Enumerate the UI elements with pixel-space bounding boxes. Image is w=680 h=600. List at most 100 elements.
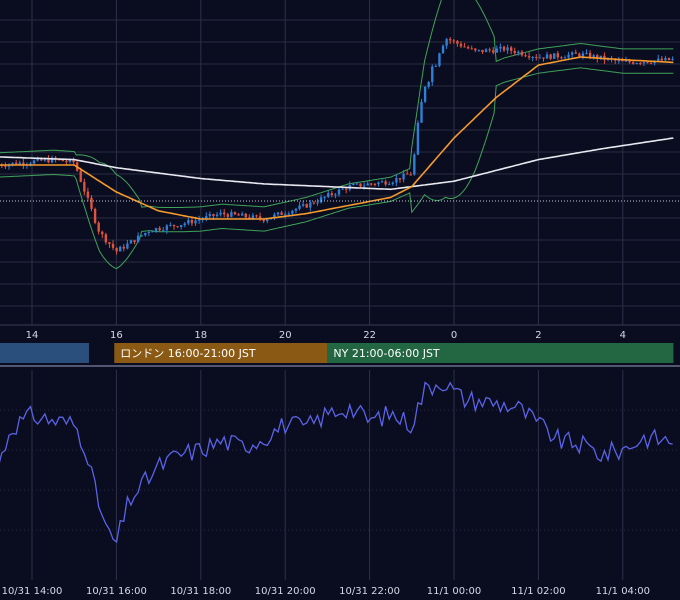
price-chart: 14 16 18 20 22 0 2 4 ロンドン 16:00-21:00 JST NY 21:… bbox=[0, 0, 680, 597]
candle-up bbox=[553, 53, 556, 59]
candle-up bbox=[538, 57, 542, 59]
candle-up bbox=[118, 246, 122, 252]
candle-down bbox=[520, 51, 524, 56]
candle-down bbox=[344, 188, 348, 190]
top-tick-label: 14 bbox=[26, 330, 39, 341]
candle-down bbox=[83, 181, 86, 192]
candle-up bbox=[208, 214, 212, 217]
top-tick-label: 4 bbox=[620, 330, 626, 341]
candle-up bbox=[179, 225, 183, 228]
candle-up bbox=[416, 122, 420, 155]
candle-down bbox=[255, 215, 258, 217]
candle-up bbox=[506, 47, 509, 51]
candle-down bbox=[115, 247, 118, 252]
candle-up bbox=[391, 182, 395, 185]
candle-up bbox=[337, 189, 341, 195]
candle-up bbox=[617, 60, 620, 62]
candle-up bbox=[162, 230, 165, 232]
candle-up bbox=[341, 188, 344, 190]
candle-up bbox=[327, 193, 330, 197]
candle-up bbox=[377, 182, 380, 185]
candle-down bbox=[527, 56, 531, 58]
bottom-tick-label: 10/31 14:00 bbox=[2, 586, 63, 597]
candle-up bbox=[251, 215, 255, 219]
candle-down bbox=[405, 173, 409, 175]
candle-down bbox=[172, 224, 176, 227]
oscillator-panel bbox=[0, 381, 673, 544]
candle-up bbox=[154, 228, 158, 232]
bottom-tick-label: 11/1 02:00 bbox=[511, 586, 565, 597]
candle-up bbox=[624, 60, 628, 62]
candle-down bbox=[660, 58, 664, 61]
candle-down bbox=[330, 193, 334, 195]
candle-down bbox=[463, 46, 466, 48]
candle-down bbox=[244, 213, 247, 218]
candle-up bbox=[362, 185, 366, 187]
candle-down bbox=[86, 191, 90, 198]
candle-down bbox=[649, 62, 653, 64]
top-tick-label: 2 bbox=[535, 330, 541, 341]
candle-up bbox=[151, 231, 154, 233]
candle-up bbox=[319, 197, 323, 203]
candle-down bbox=[667, 57, 671, 61]
candle-down bbox=[65, 161, 68, 163]
candle-down bbox=[233, 212, 237, 215]
candle-up bbox=[664, 57, 667, 61]
candle-up bbox=[545, 54, 549, 59]
candle-up bbox=[431, 66, 434, 83]
candle-up bbox=[323, 196, 326, 198]
session-label: ロンドン 16:00-21:00 JST bbox=[120, 347, 256, 360]
candle-down bbox=[560, 57, 563, 59]
candle-down bbox=[108, 242, 111, 244]
candle-up bbox=[517, 51, 520, 54]
candle-down bbox=[370, 183, 373, 185]
candle-down bbox=[639, 63, 642, 65]
candle-up bbox=[230, 212, 233, 217]
top-x-axis: 14 16 18 20 22 0 2 4 bbox=[26, 330, 626, 341]
candle-down bbox=[226, 214, 230, 217]
candle-up bbox=[420, 101, 423, 123]
candle-up bbox=[316, 202, 319, 204]
top-tick-label: 16 bbox=[110, 330, 123, 341]
candle-down bbox=[122, 246, 125, 249]
candle-down bbox=[212, 214, 215, 217]
candle-up bbox=[402, 173, 405, 180]
candle-up bbox=[215, 214, 219, 217]
candle-up bbox=[287, 213, 290, 215]
candle-down bbox=[470, 48, 473, 50]
session-label: NY 21:00-06:00 JST bbox=[333, 347, 440, 360]
top-tick-label: 18 bbox=[194, 330, 207, 341]
candle-up bbox=[197, 219, 201, 221]
candle-up bbox=[126, 243, 129, 249]
candle-down bbox=[646, 62, 649, 64]
candle-up bbox=[240, 213, 244, 216]
candle-down bbox=[190, 219, 194, 224]
candle-up bbox=[352, 184, 355, 186]
candle-up bbox=[136, 235, 140, 243]
candle-down bbox=[474, 48, 477, 51]
candle-up bbox=[266, 219, 269, 222]
candle-up bbox=[187, 219, 190, 224]
candle-down bbox=[133, 240, 136, 243]
upper-band bbox=[0, 0, 674, 208]
bollinger-bands bbox=[0, 0, 674, 270]
candle-up bbox=[294, 208, 298, 211]
session-band bbox=[0, 343, 89, 363]
candle-up bbox=[642, 62, 646, 64]
candle-down bbox=[398, 178, 402, 180]
candle-down bbox=[452, 40, 455, 42]
candle-down bbox=[90, 197, 93, 209]
bottom-tick-label: 10/31 16:00 bbox=[86, 586, 147, 597]
candle-up bbox=[484, 49, 488, 53]
bottom-tick-label: 10/31 20:00 bbox=[255, 586, 316, 597]
top-tick-label: 0 bbox=[451, 330, 457, 341]
candle-up bbox=[445, 39, 448, 46]
candle-down bbox=[111, 243, 115, 248]
candle-down bbox=[535, 56, 538, 58]
chart-stage: 14 16 18 20 22 0 2 4 ロンドン 16:00-21:00 JST NY 21:… bbox=[0, 0, 680, 600]
candle-up bbox=[32, 160, 36, 164]
candle-down bbox=[502, 46, 506, 51]
candle-up bbox=[301, 204, 305, 206]
session-bar: ロンドン 16:00-21:00 JST NY 21:00-06:00 JST bbox=[0, 343, 674, 363]
candle-down bbox=[456, 40, 459, 44]
